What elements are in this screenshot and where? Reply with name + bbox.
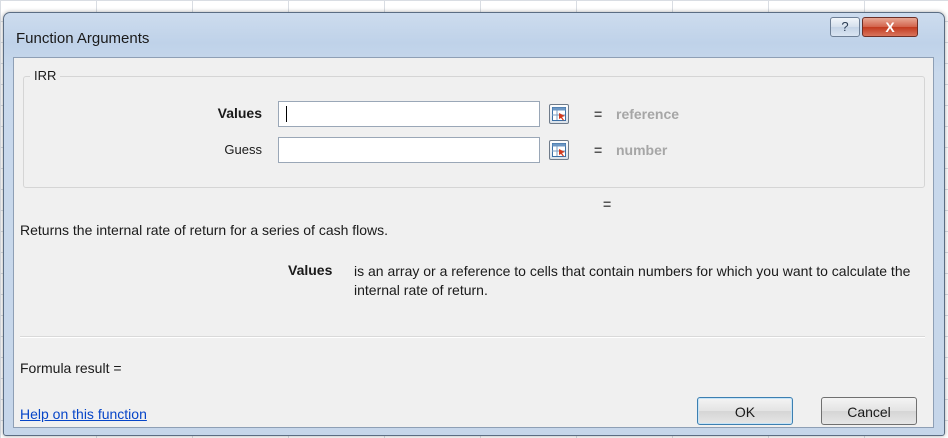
values-hint: reference [616, 106, 680, 122]
cancel-button[interactable]: Cancel [821, 397, 917, 425]
dialog-body: IRR Values = reference Guess = number = … [13, 57, 934, 428]
guess-range-button[interactable] [549, 140, 569, 160]
dialog-title: Function Arguments [16, 30, 150, 47]
help-icon: ? [841, 19, 849, 34]
values-label: Values [217, 105, 262, 121]
guess-label: Guess [224, 142, 262, 157]
arguments-group: IRR Values = reference Guess = number [23, 68, 925, 188]
argument-description-name: Values [288, 262, 333, 278]
range-selector-icon [552, 143, 566, 157]
help-button[interactable]: ? [830, 17, 860, 37]
function-description: Returns the internal rate of return for … [20, 222, 389, 238]
guess-hint: number [616, 142, 668, 158]
values-equals: = [594, 106, 603, 122]
formula-result: Formula result = [20, 360, 122, 376]
values-range-button[interactable] [549, 104, 569, 124]
help-on-function-link[interactable]: Help on this function [20, 406, 147, 422]
result-equals: = [603, 196, 612, 212]
guess-equals: = [594, 142, 603, 158]
argument-description-text: is an array or a reference to cells that… [354, 263, 911, 298]
close-button[interactable]: X [862, 17, 918, 37]
function-name: IRR [30, 68, 61, 83]
text-caret [286, 106, 287, 122]
divider [20, 336, 925, 338]
ok-button[interactable]: OK [697, 397, 793, 425]
range-selector-icon [552, 107, 566, 121]
close-icon: X [885, 19, 895, 35]
values-input[interactable] [278, 101, 540, 127]
guess-input[interactable] [278, 137, 540, 163]
function-arguments-dialog: Function Arguments ? X IRR Values = refe… [3, 12, 945, 436]
